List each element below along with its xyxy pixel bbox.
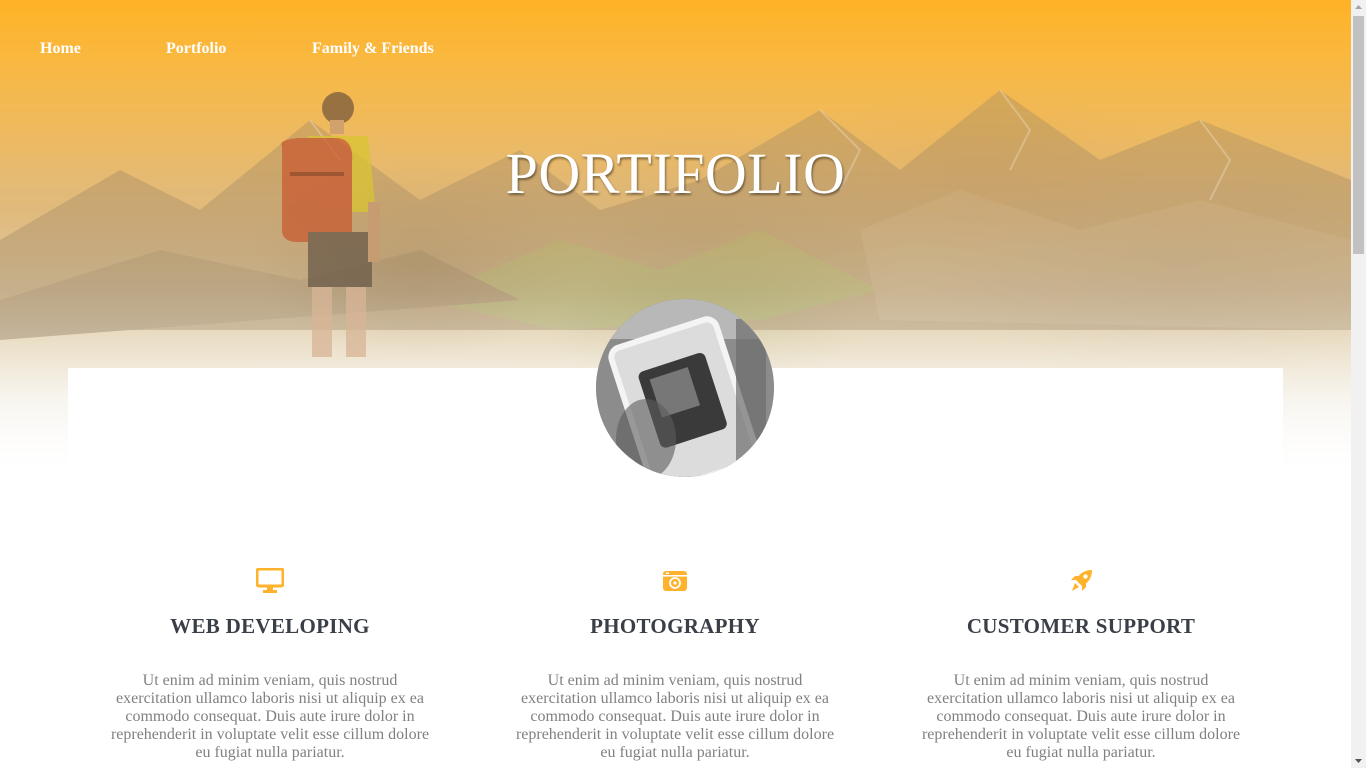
nav-link-portfolio[interactable]: Portfolio [166,40,226,58]
avatar-photo [596,299,774,477]
rocket-icon [1071,570,1092,591]
service-photography: PHOTOGRAPHY Ut enim ad minim veniam, qui… [505,568,845,762]
profile-avatar [596,299,774,477]
service-customer-support: CUSTOMER SUPPORT Ut enim ad minim veniam… [911,568,1251,762]
hero-title: PORTIFOLIO [505,141,846,206]
service-title: WEB DEVELOPING [170,614,370,638]
camera-icon [663,571,687,591]
service-title: PHOTOGRAPHY [590,614,760,638]
service-web-developing: WEB DEVELOPING Ut enim ad minim veniam, … [100,568,440,762]
nav-link-home[interactable]: Home [40,40,81,58]
monitor-icon [256,568,284,593]
service-description: Ut enim ad minim veniam, quis nostrud ex… [515,672,835,761]
nav-link-family-friends[interactable]: Family & Friends [312,40,434,58]
scroll-up-arrow-icon[interactable] [1351,0,1366,15]
page: Home Portfolio Family & Friends PORTIFOL… [0,0,1351,768]
hiker-figure [281,92,380,357]
scrollbar-thumb[interactable] [1353,16,1364,254]
service-description: Ut enim ad minim veniam, quis nostrud ex… [110,672,430,761]
service-description: Ut enim ad minim veniam, quis nostrud ex… [921,672,1241,761]
service-title: CUSTOMER SUPPORT [966,614,1196,638]
vertical-scrollbar[interactable] [1351,0,1366,768]
scroll-down-arrow-icon[interactable] [1351,753,1366,768]
